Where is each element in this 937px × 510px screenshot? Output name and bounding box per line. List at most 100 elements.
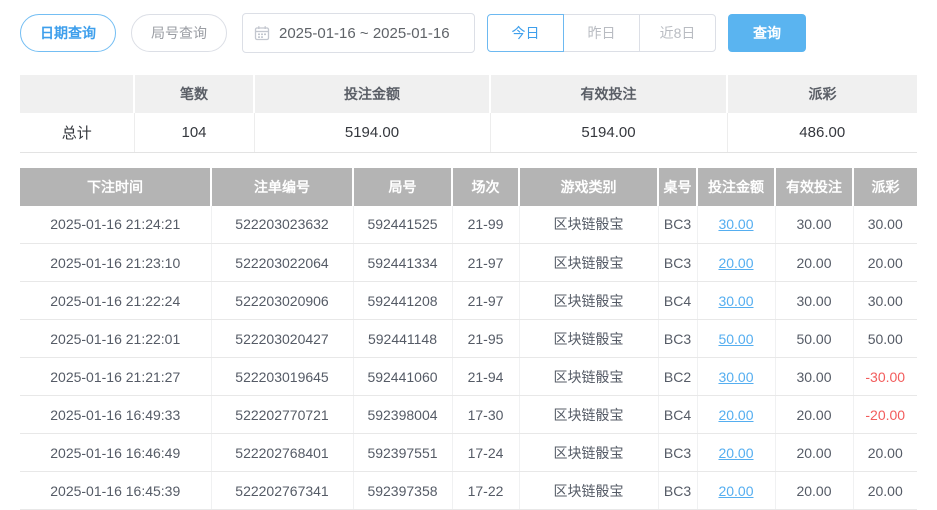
- order-number-cell: 522202770721: [211, 396, 353, 434]
- header-round-number: 局号: [353, 168, 452, 206]
- bet-amount-link[interactable]: 20.00: [718, 445, 753, 461]
- session-cell: 17-22: [452, 472, 519, 510]
- bet-amount-cell: 30.00: [697, 358, 775, 396]
- bet-time-cell: 2025-01-16 21:24:21: [20, 206, 211, 244]
- bet-records-page: 日期查询 局号查询 2025-01-16 ~ 2025-01-16 今日: [0, 0, 937, 508]
- payout-cell: 30.00: [853, 206, 917, 244]
- session-cell: 21-99: [452, 206, 519, 244]
- yesterday-button[interactable]: 昨日: [563, 14, 640, 52]
- payout-cell: -30.00: [853, 358, 917, 396]
- game-type-cell: 区块链骰宝: [519, 358, 658, 396]
- query-toolbar: 日期查询 局号查询 2025-01-16 ~ 2025-01-16 今日: [20, 0, 917, 52]
- table-row: 2025-01-16 16:45:39522202767341592397358…: [20, 472, 917, 510]
- table-row: 2025-01-16 21:21:27522203019645592441060…: [20, 358, 917, 396]
- session-cell: 17-24: [452, 434, 519, 472]
- summary-bet-amount-value: 5194.00: [254, 113, 490, 152]
- game-type-cell: 区块链骰宝: [519, 206, 658, 244]
- bet-time-cell: 2025-01-16 21:23:10: [20, 244, 211, 282]
- summary-header-row: 笔数 投注金额 有效投注 派彩: [20, 75, 917, 113]
- order-number-cell: 522202767341: [211, 472, 353, 510]
- bet-amount-cell: 20.00: [697, 244, 775, 282]
- date-query-button[interactable]: 日期查询: [20, 14, 116, 52]
- valid-bet-cell: 30.00: [775, 206, 853, 244]
- valid-bet-cell: 20.00: [775, 434, 853, 472]
- bet-amount-link[interactable]: 30.00: [718, 216, 753, 232]
- summary-table: 笔数 投注金额 有效投注 派彩 总计 104 5194.00 5194.00 4…: [20, 75, 917, 153]
- valid-bet-cell: 20.00: [775, 472, 853, 510]
- bet-amount-link[interactable]: 50.00: [718, 331, 753, 347]
- game-type-cell: 区块链骰宝: [519, 282, 658, 320]
- session-cell: 21-97: [452, 282, 519, 320]
- header-bet-amount: 投注金额: [697, 168, 775, 206]
- summary-payout-value: 486.00: [727, 113, 917, 152]
- records-header-row: 下注时间 注单编号 局号 场次 游戏类别 桌号 投注金额 有效投注 派彩: [20, 168, 917, 206]
- table-number-cell: BC3: [658, 472, 697, 510]
- header-bet-time: 下注时间: [20, 168, 211, 206]
- last-8-days-button[interactable]: 近8日: [639, 14, 716, 52]
- header-valid-bet: 有效投注: [775, 168, 853, 206]
- valid-bet-cell: 30.00: [775, 358, 853, 396]
- table-row: 2025-01-16 16:49:33522202770721592398004…: [20, 396, 917, 434]
- summary-count-value: 104: [134, 113, 254, 152]
- today-button[interactable]: 今日: [487, 14, 564, 52]
- records-table-body: 2025-01-16 21:24:21522203023632592441525…: [20, 206, 917, 510]
- header-game-type: 游戏类别: [519, 168, 658, 206]
- bet-amount-link[interactable]: 20.00: [718, 255, 753, 271]
- round-number-cell: 592398004: [353, 396, 452, 434]
- payout-cell: 20.00: [853, 244, 917, 282]
- summary-total-label: 总计: [20, 113, 134, 152]
- query-button[interactable]: 查询: [728, 14, 806, 52]
- game-type-cell: 区块链骰宝: [519, 396, 658, 434]
- round-number-cell: 592441208: [353, 282, 452, 320]
- order-number-cell: 522203019645: [211, 358, 353, 396]
- table-number-cell: BC3: [658, 244, 697, 282]
- bet-amount-link[interactable]: 30.00: [718, 369, 753, 385]
- table-number-cell: BC4: [658, 282, 697, 320]
- summary-valid-bet-value: 5194.00: [490, 113, 727, 152]
- table-number-cell: BC2: [658, 358, 697, 396]
- payout-cell: 20.00: [853, 472, 917, 510]
- round-query-button[interactable]: 局号查询: [131, 14, 227, 52]
- table-row: 2025-01-16 16:46:49522202768401592397551…: [20, 434, 917, 472]
- bet-amount-link[interactable]: 20.00: [718, 483, 753, 499]
- bet-time-cell: 2025-01-16 16:45:39: [20, 472, 211, 510]
- bet-time-cell: 2025-01-16 21:22:24: [20, 282, 211, 320]
- valid-bet-cell: 20.00: [775, 396, 853, 434]
- valid-bet-cell: 30.00: [775, 282, 853, 320]
- payout-cell: 20.00: [853, 434, 917, 472]
- summary-header-payout: 派彩: [727, 75, 917, 113]
- header-order-number: 注单编号: [211, 168, 353, 206]
- order-number-cell: 522202768401: [211, 434, 353, 472]
- table-number-cell: BC3: [658, 206, 697, 244]
- valid-bet-cell: 50.00: [775, 320, 853, 358]
- header-table-number: 桌号: [658, 168, 697, 206]
- bet-amount-cell: 30.00: [697, 206, 775, 244]
- game-type-cell: 区块链骰宝: [519, 320, 658, 358]
- bet-time-cell: 2025-01-16 21:22:01: [20, 320, 211, 358]
- round-number-cell: 592397551: [353, 434, 452, 472]
- records-table: 下注时间 注单编号 局号 场次 游戏类别 桌号 投注金额 有效投注 派彩 202…: [20, 168, 917, 510]
- table-row: 2025-01-16 21:22:01522203020427592441148…: [20, 320, 917, 358]
- order-number-cell: 522203022064: [211, 244, 353, 282]
- date-range-value: 2025-01-16 ~ 2025-01-16: [279, 25, 450, 42]
- game-type-cell: 区块链骰宝: [519, 472, 658, 510]
- round-number-cell: 592441525: [353, 206, 452, 244]
- payout-cell: -20.00: [853, 396, 917, 434]
- bet-time-cell: 2025-01-16 21:21:27: [20, 358, 211, 396]
- game-type-cell: 区块链骰宝: [519, 244, 658, 282]
- session-cell: 17-30: [452, 396, 519, 434]
- quick-date-group: 今日 昨日 近8日: [487, 14, 716, 52]
- summary-header-count: 笔数: [134, 75, 254, 113]
- table-number-cell: BC3: [658, 320, 697, 358]
- valid-bet-cell: 20.00: [775, 244, 853, 282]
- order-number-cell: 522203023632: [211, 206, 353, 244]
- bet-amount-cell: 50.00: [697, 320, 775, 358]
- round-number-cell: 592441060: [353, 358, 452, 396]
- session-cell: 21-97: [452, 244, 519, 282]
- bet-time-cell: 2025-01-16 16:49:33: [20, 396, 211, 434]
- payout-cell: 50.00: [853, 320, 917, 358]
- order-number-cell: 522203020906: [211, 282, 353, 320]
- bet-amount-link[interactable]: 30.00: [718, 293, 753, 309]
- date-range-input[interactable]: 2025-01-16 ~ 2025-01-16: [242, 13, 475, 53]
- bet-amount-link[interactable]: 20.00: [718, 407, 753, 423]
